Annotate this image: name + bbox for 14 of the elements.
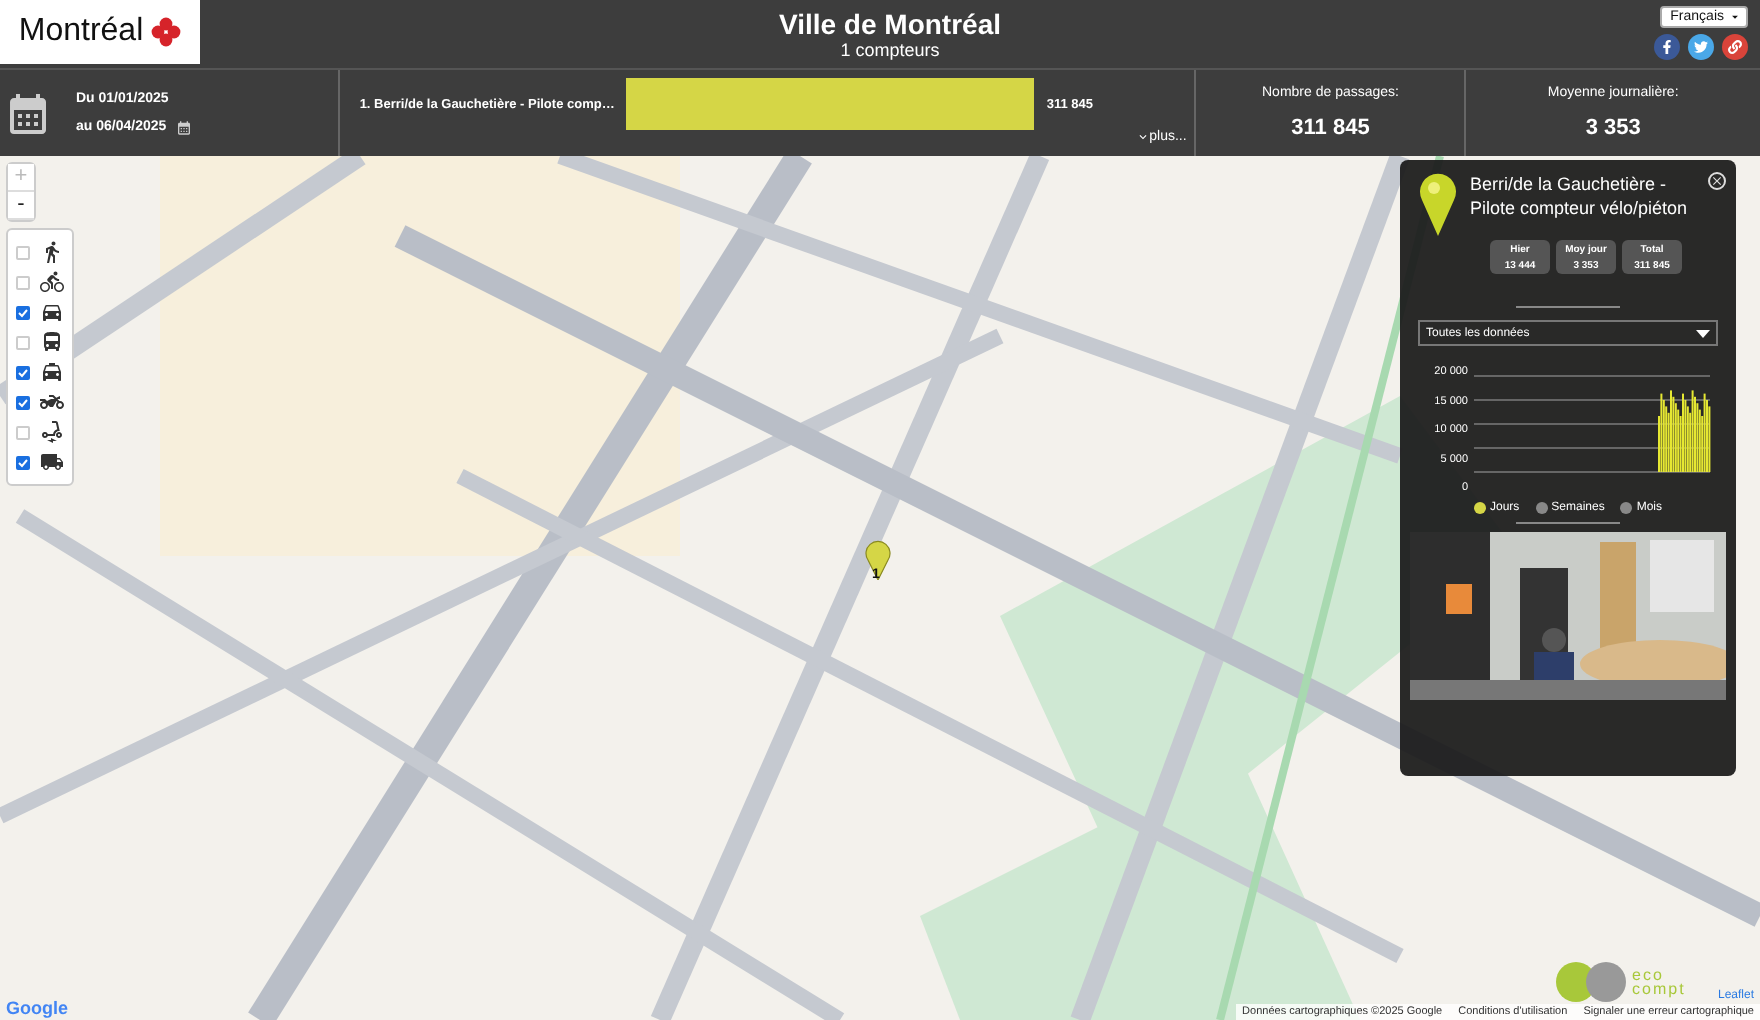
- calendar-icon[interactable]: [176, 119, 193, 135]
- link-icon[interactable]: [1722, 34, 1748, 60]
- chevron-icon: [1135, 130, 1150, 144]
- stat-value: 3 353: [1585, 116, 1641, 140]
- dropdown-icon: [1728, 10, 1742, 24]
- stat-value: 311 845: [1291, 116, 1370, 140]
- counter-count: 1 compteurs: [840, 40, 940, 60]
- facebook-icon[interactable]: [1654, 34, 1680, 60]
- calendar-icon: [4, 89, 52, 137]
- logo[interactable]: Montréal: [0, 0, 200, 64]
- page-title: Ville de Montréal: [779, 8, 1001, 40]
- flower-icon: [149, 16, 182, 48]
- logo-text: Montréal: [18, 14, 144, 50]
- twitter-icon[interactable]: [1688, 34, 1714, 60]
